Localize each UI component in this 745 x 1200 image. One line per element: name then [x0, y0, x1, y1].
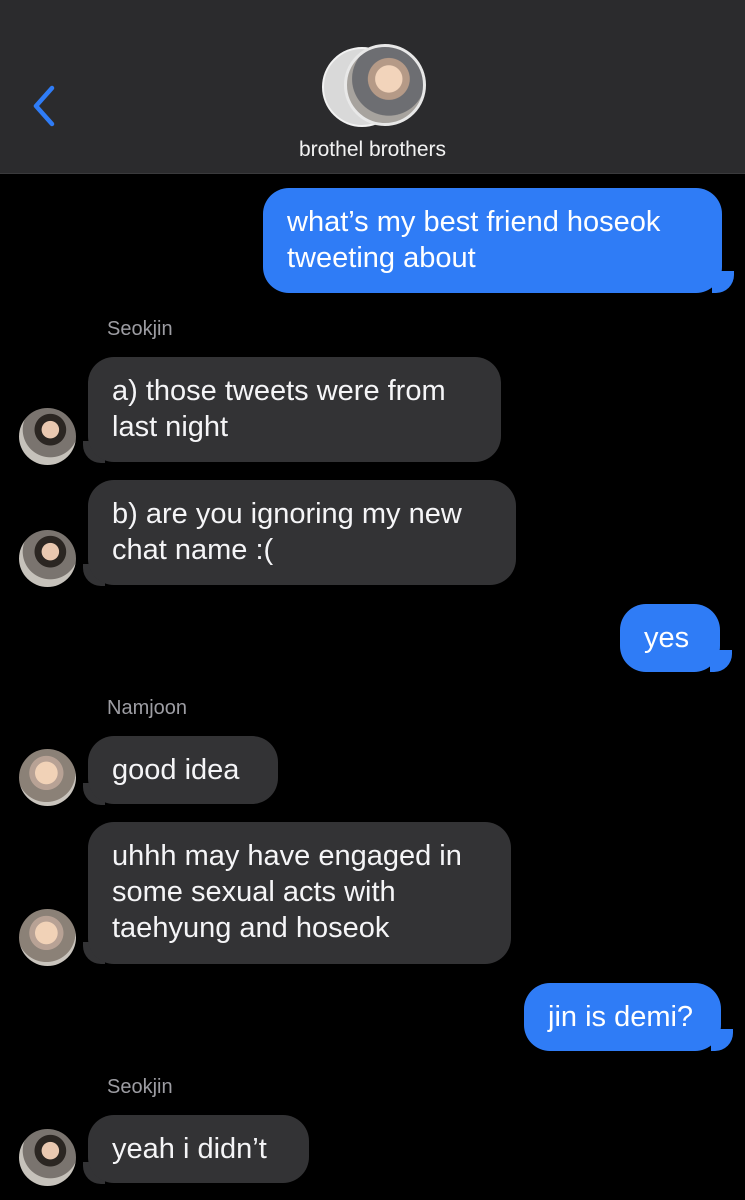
message-line: some sexual acts with [112, 876, 396, 908]
avatar[interactable] [19, 530, 76, 587]
message-line: uhhh may have engaged in [112, 840, 462, 872]
message-line: jin is demi? [548, 1001, 694, 1033]
message-bubble-outgoing[interactable]: yes [620, 604, 720, 672]
avatar[interactable] [19, 749, 76, 806]
message-bubble-incoming[interactable]: a) those tweets were from last night [88, 357, 501, 462]
message-line: tweeting about [287, 242, 476, 274]
avatar[interactable] [19, 1129, 76, 1186]
message-line: yeah i didn’t [112, 1133, 267, 1165]
avatar[interactable] [19, 408, 76, 465]
sender-name: Namjoon [107, 697, 188, 719]
chat-header: brothel brothers [0, 0, 745, 174]
chevron-left-icon [33, 85, 55, 127]
chat-title[interactable]: brothel brothers [0, 138, 745, 162]
message-bubble-incoming[interactable]: good idea [88, 736, 278, 804]
message-line: what’s my best friend hoseok [287, 206, 661, 238]
message-line: good idea [112, 754, 240, 786]
message-line: last night [112, 411, 229, 443]
message-bubble-incoming[interactable]: uhhh may have engaged in some sexual act… [88, 822, 511, 964]
message-line: a) those tweets were from [112, 375, 446, 407]
sender-name: Seokjin [107, 1076, 173, 1098]
bubble-tail [710, 650, 732, 672]
message-bubble-incoming[interactable]: yeah i didn’t [88, 1115, 309, 1183]
message-line: chat name :( [112, 534, 274, 566]
sender-name: Seokjin [107, 318, 173, 340]
message-line: yes [644, 622, 690, 654]
avatar[interactable] [19, 909, 76, 966]
message-line: taehyung and hoseok [112, 912, 390, 944]
message-bubble-incoming[interactable]: b) are you ignoring my new chat name :( [88, 480, 516, 585]
bubble-tail [712, 271, 734, 293]
group-avatar[interactable] [322, 44, 426, 127]
bubble-tail [711, 1029, 733, 1051]
message-bubble-outgoing[interactable]: jin is demi? [524, 983, 721, 1051]
message-line: b) are you ignoring my new [112, 498, 462, 530]
group-avatar-front [344, 44, 426, 126]
back-button[interactable] [30, 84, 56, 128]
message-bubble-outgoing[interactable]: what’s my best friend hoseok tweeting ab… [263, 188, 722, 293]
